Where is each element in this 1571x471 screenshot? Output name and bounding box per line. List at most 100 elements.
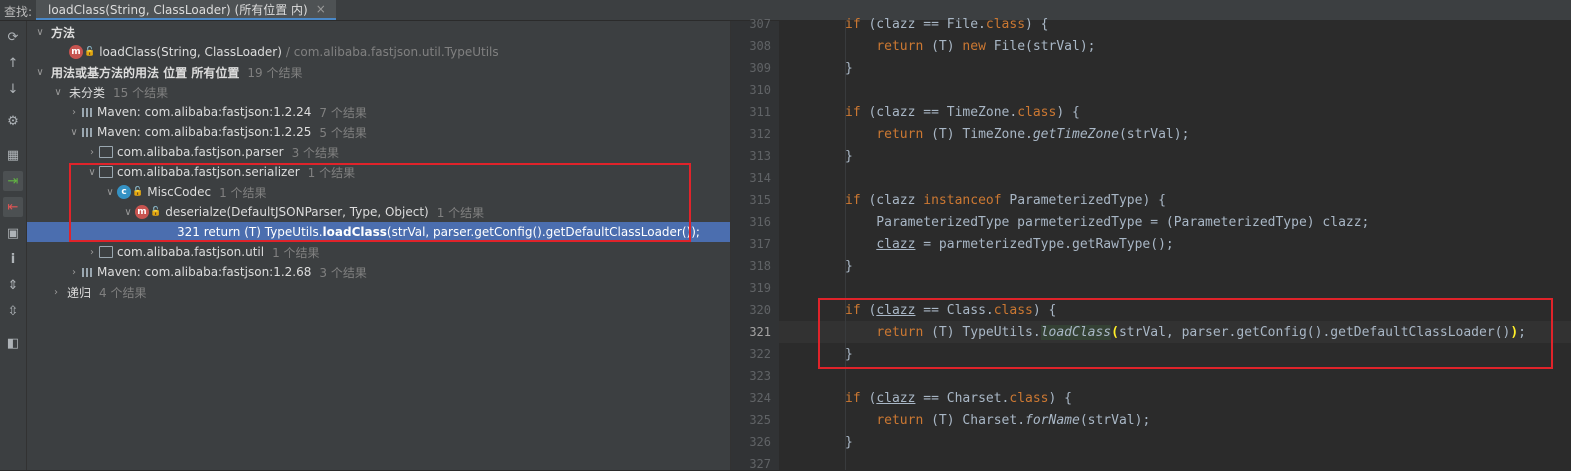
chevron-down-icon[interactable]: ∨	[51, 87, 65, 98]
refresh-icon[interactable]: ⟳	[3, 27, 23, 47]
lock-icon: 🔓	[150, 207, 162, 217]
chevron-down-icon[interactable]: ∨	[67, 127, 81, 138]
tree-label: 未分类	[69, 85, 106, 100]
code-line: clazz = parmeterizedType.getRawType();	[876, 236, 1174, 252]
usages-tree: ∨ 方法 m 🔓 loadClass(String, ClassLoader) /…	[27, 21, 880, 470]
result-count: 4 个结果	[99, 285, 147, 300]
tab-find-results[interactable]: loadClass(String, ClassLoader) (所有位置 内) …	[36, 0, 336, 20]
arrow-down-icon[interactable]: ↓	[3, 79, 23, 99]
tree-label: deserialze(DefaultJSONParser, Type, Obje…	[165, 205, 429, 219]
code-line: if (clazz == File.class) {	[845, 16, 1049, 32]
line-number: 327	[749, 457, 771, 471]
tree-label: Maven: com.alibaba:fastjson:1.2.24	[97, 105, 312, 119]
arrow-up-icon[interactable]: ↑	[3, 53, 23, 73]
library-icon	[81, 106, 93, 118]
tree-label-extra: / com.alibaba.fastjson.util.TypeUtils	[285, 45, 499, 59]
usage-pre: 321 return (T) TypeUtils.	[177, 225, 323, 239]
chevron-down-icon[interactable]: ∨	[121, 207, 135, 218]
line-number: 310	[749, 83, 771, 97]
library-icon	[81, 126, 93, 138]
code-line: if (clazz == TimeZone.class) {	[845, 104, 1080, 120]
collapse-all-icon[interactable]: ⇳	[3, 301, 23, 321]
line-number: 323	[749, 369, 771, 383]
chevron-down-icon[interactable]: ∨	[85, 167, 99, 178]
tree-label: Maven: com.alibaba:fastjson:1.2.68	[97, 265, 312, 279]
tree-row-method-deserialze[interactable]: ∨ m 🔓 deserialze(DefaultJSONParser, Type,…	[27, 202, 824, 222]
code-line-current: return (T) TypeUtils.loadClass(strVal, p…	[876, 324, 1526, 340]
usage-match: loadClass	[322, 225, 387, 239]
tree-label: 递归	[67, 285, 92, 300]
code-line: return (T) TimeZone.getTimeZone(strVal);	[876, 126, 1190, 142]
line-number: 319	[749, 281, 771, 295]
code-line: if (clazz == Charset.class) {	[845, 390, 1072, 406]
expand-all-icon[interactable]: ⇕	[3, 275, 23, 295]
code-line: return (T) new File(strVal);	[876, 38, 1096, 54]
result-count: 1 个结果	[219, 185, 267, 200]
tree-row-maven-1224[interactable]: › Maven: com.alibaba:fastjson:1.2.24 7 个…	[27, 102, 770, 122]
folder-icon[interactable]: ▣	[3, 223, 23, 243]
code-line: }	[845, 258, 853, 274]
tree-label: 用法或基方法的用法 位置 所有位置	[51, 65, 240, 80]
code-editor[interactable]: 307 308 309 310 311 312 313 314 315 316 …	[731, 17, 1571, 471]
group-icon[interactable]: ▦	[3, 145, 23, 165]
result-count: 5 个结果	[319, 125, 367, 140]
import-icon[interactable]: ⇥	[3, 171, 23, 191]
chevron-right-icon[interactable]: ›	[49, 287, 63, 298]
code-line: }	[845, 434, 853, 450]
tree-label: loadClass(String, ClassLoader)	[99, 45, 282, 59]
tree-label: 方法	[51, 25, 76, 40]
code-line: }	[845, 60, 853, 76]
find-toolstrip: ⟳ ↑ ↓ ⚙ ▦ ⇥ ⇤ ▣ i ⇕ ⇳ ◧	[0, 21, 27, 470]
tree-label: Maven: com.alibaba:fastjson:1.2.25	[97, 125, 312, 139]
result-count: 1 个结果	[272, 245, 320, 260]
code-line: if (clazz == Class.class) {	[845, 302, 1057, 318]
tree-row-uncategorized[interactable]: ∨ 未分类 15 个结果	[27, 82, 754, 102]
tree-row-pkg-serializer[interactable]: ∨ com.alibaba.fastjson.serializer 1 个结果	[27, 162, 788, 182]
code-line: }	[845, 148, 853, 164]
find-label: 查找:	[4, 5, 33, 19]
code-line: if (clazz instanceof ParameterizedType) …	[845, 192, 1166, 208]
lock-icon: 🔓	[84, 47, 96, 57]
package-icon	[99, 246, 113, 258]
chevron-right-icon[interactable]: ›	[67, 267, 81, 278]
lock-icon: 🔓	[132, 187, 144, 197]
tree-row-class-misccodec[interactable]: ∨ c 🔓 MiscCodec 1 个结果	[27, 182, 806, 202]
code-line: ParameterizedType parmeterizedType = (Pa…	[845, 214, 1370, 230]
tree-label: com.alibaba.fastjson.serializer	[117, 165, 300, 179]
tree-label: MiscCodec	[147, 185, 212, 199]
result-count: 15 个结果	[113, 85, 169, 100]
close-icon[interactable]: ×	[316, 2, 326, 16]
tree-row-pkg-util[interactable]: › com.alibaba.fastjson.util 1 个结果	[27, 242, 788, 262]
code-line: return (T) Charset.forName(strVal);	[876, 412, 1151, 428]
tree-row-recursive[interactable]: › 递归 4 个结果	[27, 282, 752, 302]
tree-row-method-target[interactable]: m 🔓 loadClass(String, ClassLoader) / com.…	[27, 42, 772, 62]
result-count: 19 个结果	[247, 65, 303, 80]
class-icon: c	[117, 185, 131, 199]
tree-label: com.alibaba.fastjson.util	[117, 245, 265, 259]
method-icon: m	[69, 45, 83, 59]
result-count: 1 个结果	[436, 205, 485, 220]
chevron-right-icon[interactable]: ›	[67, 107, 81, 118]
chevron-down-icon[interactable]: ∨	[33, 27, 47, 38]
result-count: 3 个结果	[319, 265, 367, 280]
chevron-right-icon[interactable]: ›	[85, 247, 99, 258]
tree-row-usages[interactable]: ∨ 用法或基方法的用法 位置 所有位置 19 个结果	[27, 62, 736, 82]
info-icon[interactable]: i	[3, 249, 23, 269]
tree-row-methods[interactable]: ∨ 方法	[27, 22, 736, 42]
tab-title: loadClass(String, ClassLoader) (所有位置 内)	[48, 2, 308, 17]
gear-icon[interactable]: ⚙	[3, 111, 23, 131]
tree-row-maven-1268[interactable]: › Maven: com.alibaba:fastjson:1.2.68 3 个…	[27, 262, 770, 282]
chevron-down-icon[interactable]: ∨	[33, 67, 47, 78]
export-icon[interactable]: ⇤	[3, 197, 23, 217]
result-count: 7 个结果	[319, 105, 367, 120]
package-icon	[99, 166, 113, 178]
code-line: }	[845, 346, 853, 362]
chevron-down-icon[interactable]: ∨	[103, 187, 117, 198]
usage-post: (strVal, parser.getConfig().getDefaultCl…	[386, 225, 700, 239]
package-icon	[99, 146, 113, 158]
preview-icon[interactable]: ◧	[3, 333, 23, 353]
tree-row-pkg-parser[interactable]: › com.alibaba.fastjson.parser 3 个结果	[27, 142, 788, 162]
tree-label: com.alibaba.fastjson.parser	[117, 145, 284, 159]
tree-row-maven-1225[interactable]: ∨ Maven: com.alibaba:fastjson:1.2.25 5 个…	[27, 122, 770, 142]
chevron-right-icon[interactable]: ›	[85, 147, 99, 158]
